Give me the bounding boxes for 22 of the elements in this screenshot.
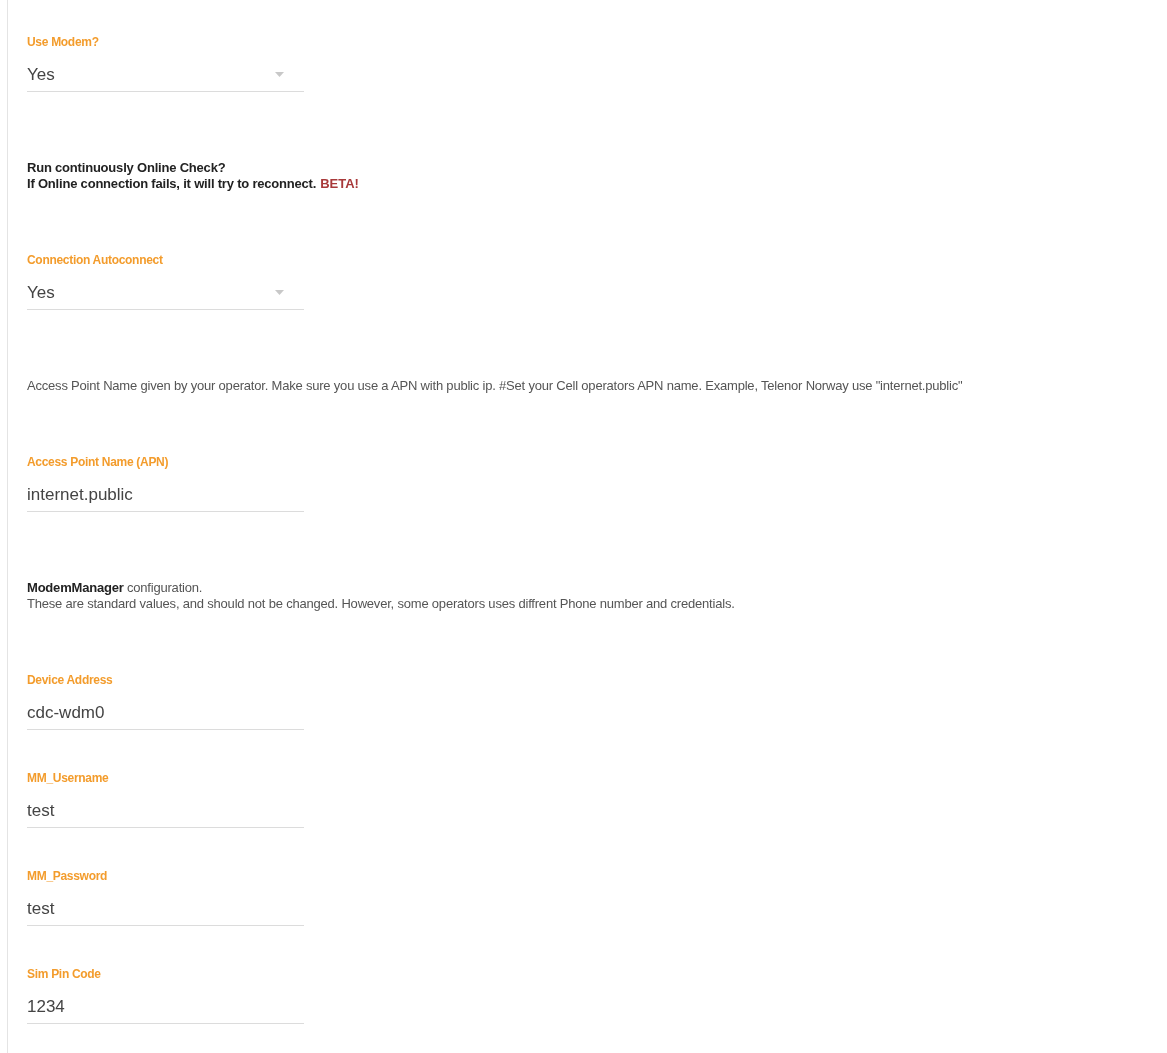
note-text: Run continuously Online Check? bbox=[27, 160, 227, 176]
dropdown-caret-icon bbox=[275, 72, 284, 77]
select-field[interactable]: Yes bbox=[27, 280, 304, 310]
field-label: Connection Autoconnect bbox=[27, 252, 164, 268]
field-label: Access Point Name (APN) bbox=[27, 454, 170, 470]
input-field[interactable]: internet.public bbox=[27, 482, 304, 512]
field-label: Use Modem? bbox=[27, 34, 100, 50]
note-text: If Online connection fails, it will try to reconnect. bbox=[27, 176, 317, 192]
input-field[interactable]: test bbox=[27, 896, 304, 926]
note-text: ModemManager configuration. bbox=[27, 580, 204, 596]
select-field[interactable]: Yes bbox=[27, 62, 304, 92]
note-text: Access Point Name given by your operator. Make sure you use a APN with public ip. #Set your Cell operators APN name. Example, Telenor Norway use "internet.public" bbox=[27, 378, 964, 394]
field-label: MM_Password bbox=[27, 868, 109, 884]
field-label: Sim Pin Code bbox=[27, 966, 102, 982]
input-field[interactable]: cdc-wdm0 bbox=[27, 700, 304, 730]
beta-tag: BETA! bbox=[320, 176, 359, 192]
input-field[interactable]: 1234 bbox=[27, 994, 304, 1024]
dropdown-caret-icon bbox=[275, 290, 284, 295]
note-text: These are standard values, and should not be changed. However, some operators uses diffrent Phone number and credentials. bbox=[27, 596, 736, 612]
field-label: Device Address bbox=[27, 672, 114, 688]
field-label: MM_Username bbox=[27, 770, 110, 786]
input-field[interactable]: test bbox=[27, 798, 304, 828]
